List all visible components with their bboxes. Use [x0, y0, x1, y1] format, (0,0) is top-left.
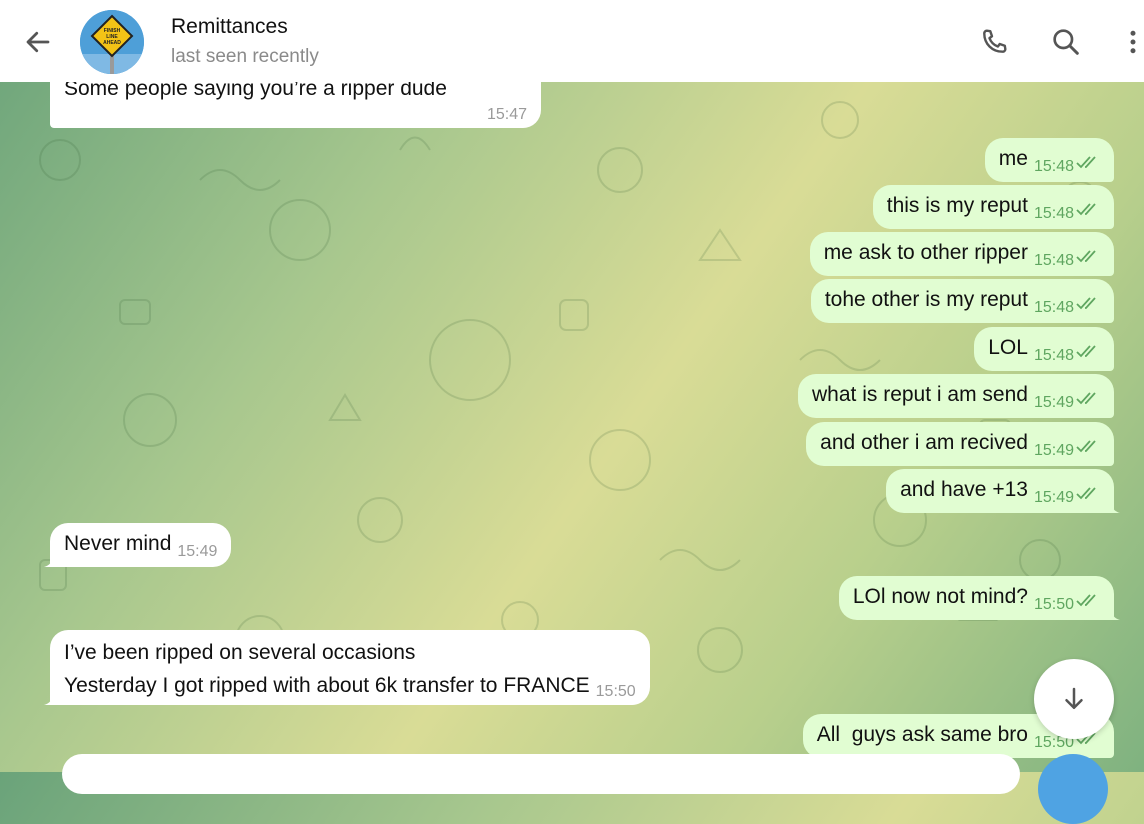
double-check-icon: [1076, 250, 1096, 263]
double-check-icon: [1076, 203, 1096, 216]
message-outgoing[interactable]: what is reput i am send 15:49: [798, 374, 1114, 418]
message-incoming[interactable]: Never mind 15:49: [44, 523, 232, 567]
message-text: All guys ask same bro: [816, 723, 1028, 746]
more-menu-button[interactable]: [1118, 22, 1144, 62]
double-check-icon: [1076, 345, 1096, 358]
chat-avatar[interactable]: FINISH LINE AHEAD: [80, 10, 144, 74]
message-outgoing[interactable]: this is my reput 15:48: [872, 185, 1114, 229]
message-time: 15:49: [1033, 394, 1074, 411]
double-check-icon: [1076, 392, 1096, 405]
message-text: and other i am recived: [820, 431, 1028, 454]
message-time: 15:48: [1033, 347, 1074, 364]
double-check-icon: [1076, 440, 1096, 453]
message-incoming[interactable]: I’ve been ripped on several occasions Ye…: [44, 630, 650, 705]
message-time: 15:49: [177, 543, 218, 560]
message-text-line: Yesterday I got ripped with about 6k tra…: [64, 674, 590, 697]
more-vertical-icon: [1130, 30, 1136, 54]
message-outgoing[interactable]: me 15:48: [984, 138, 1114, 182]
arrow-left-icon: [26, 31, 50, 53]
bubble-tail: [44, 555, 54, 567]
message-text: LOL: [988, 336, 1028, 359]
call-button[interactable]: [974, 22, 1014, 62]
message-text: LOl now not mind?: [852, 585, 1028, 608]
send-button[interactable]: [1038, 754, 1108, 824]
message-time: 15:50: [595, 683, 636, 700]
phone-icon: [983, 29, 1007, 53]
message-text: and have +13: [900, 478, 1028, 501]
chat-title[interactable]: Remittances: [171, 15, 288, 39]
message-text: tohe other is my reput: [824, 288, 1028, 311]
message-text: this is my reput: [886, 194, 1028, 217]
double-check-icon: [1076, 594, 1096, 607]
message-time: 15:48: [1033, 299, 1074, 316]
search-button[interactable]: [1046, 22, 1086, 62]
double-check-icon: [1076, 487, 1096, 500]
arrow-down-icon: [1065, 687, 1083, 709]
message-time: 15:49: [1033, 442, 1074, 459]
message-outgoing[interactable]: and have +13 15:49: [886, 469, 1120, 513]
message-time: 15:50: [1033, 596, 1074, 613]
message-outgoing[interactable]: LOL 15:48: [974, 327, 1114, 371]
message-time: 15:47: [486, 106, 527, 123]
message-outgoing[interactable]: and other i am recived 15:49: [806, 422, 1114, 466]
message-outgoing[interactable]: LOl now not mind? 15:50: [838, 576, 1120, 620]
message-outgoing[interactable]: me ask to other ripper 15:48: [809, 232, 1114, 276]
message-time: 15:48: [1033, 158, 1074, 175]
chat-header: FINISH LINE AHEAD Remittances last seen …: [0, 0, 1144, 82]
message-outgoing[interactable]: tohe other is my reput 15:48: [810, 279, 1114, 323]
message-time: 15:48: [1033, 252, 1074, 269]
bubble-tail: [44, 693, 54, 705]
double-check-icon: [1076, 297, 1096, 310]
message-text: me: [998, 147, 1028, 170]
bubble-tail: [1110, 608, 1120, 620]
message-text-line: I’ve been ripped on several occasions: [64, 641, 416, 664]
back-button[interactable]: [18, 22, 58, 62]
message-input[interactable]: [62, 754, 1020, 794]
bubble-tail: [1110, 501, 1120, 513]
message-text: Never mind: [64, 532, 172, 555]
message-time: 15:48: [1033, 205, 1074, 222]
search-icon: [1053, 29, 1079, 55]
double-check-icon: [1076, 156, 1096, 169]
message-text: me ask to other ripper: [823, 241, 1028, 264]
scroll-to-bottom-button[interactable]: [1034, 659, 1114, 739]
message-text: what is reput i am send: [812, 383, 1028, 406]
message-time: 15:49: [1033, 489, 1074, 506]
chat-status: last seen recently: [171, 46, 319, 67]
finish-line-sign-image: FINISH LINE AHEAD: [80, 10, 144, 74]
svg-text:AHEAD: AHEAD: [103, 40, 121, 46]
